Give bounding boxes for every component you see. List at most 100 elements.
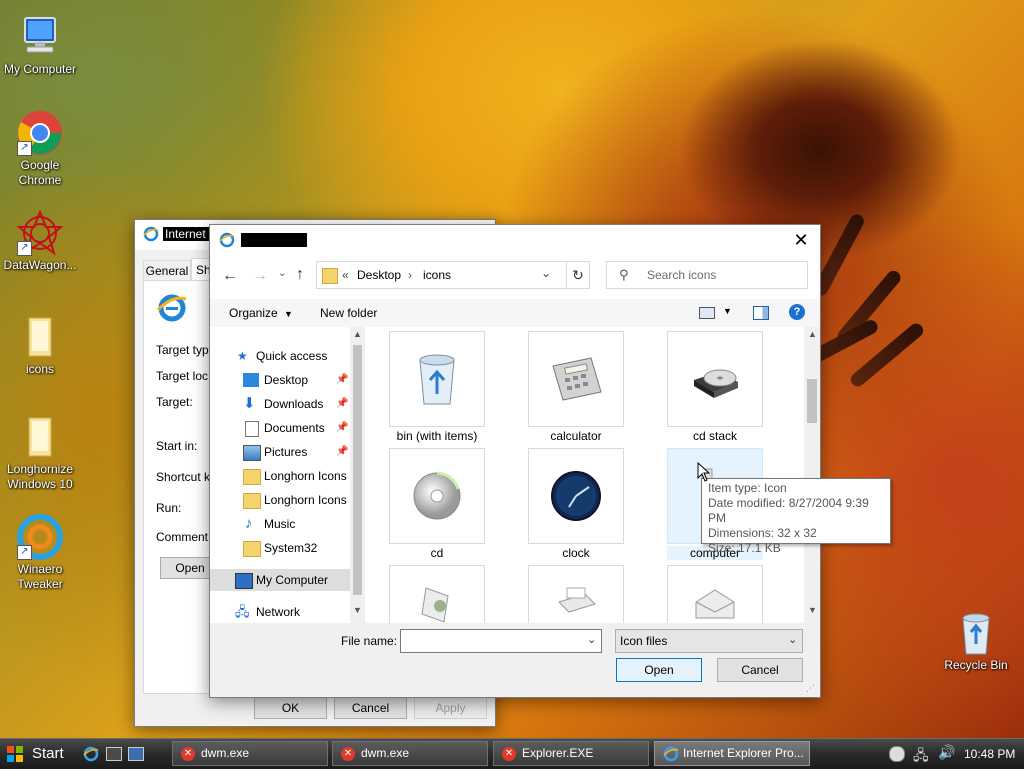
nav-item-desktop[interactable]: Desktop 📌 <box>210 369 348 391</box>
nav-label: Network <box>256 605 301 619</box>
file-tile[interactable] <box>667 565 763 623</box>
refresh-button[interactable]: ↻ <box>566 261 590 289</box>
apply-button[interactable]: Apply <box>414 697 487 719</box>
scroll-up-icon[interactable]: ▲ <box>808 329 817 339</box>
file-label: bin (with items) <box>396 429 478 443</box>
desktop-icon-recycle-bin[interactable]: Recycle Bin <box>936 610 1016 673</box>
tray-network-icon[interactable]: 🖧 <box>913 745 929 769</box>
datawagon-icon: ↗ <box>16 209 64 256</box>
show-desktop-icon[interactable] <box>106 747 122 761</box>
scroll-up-icon[interactable]: ▲ <box>353 329 362 339</box>
shortcut-arrow-icon: ↗ <box>17 545 32 560</box>
tooltip-date-modified: Date modified: 8/27/2004 9:39 PM <box>708 496 869 525</box>
taskbar-clock[interactable]: 10:48 PM <box>964 747 1015 761</box>
pin-icon: 📌 <box>336 374 349 385</box>
up-arrow-icon[interactable]: ↑ <box>296 266 304 284</box>
desktop-icon-google-chrome[interactable]: ↗ Google Chrome <box>0 110 80 188</box>
file-tile-bin-with-items[interactable] <box>389 331 485 427</box>
shortcut-arrow-icon: ↗ <box>17 141 32 156</box>
nav-scrollbar[interactable]: ▲ ▼ <box>350 327 365 623</box>
desktop-icon-longhornize[interactable]: Longhornize Windows 10 <box>0 414 80 492</box>
desktop-icon-winaero-tweaker[interactable]: ↗ Winaero Tweaker <box>0 514 80 592</box>
view-options-chevron-icon[interactable]: ▼ <box>723 306 732 316</box>
file-tile-cd[interactable] <box>389 448 485 544</box>
ok-button[interactable]: OK <box>254 697 327 719</box>
taskbar-item-explorer[interactable]: ✕ Explorer.EXE <box>493 741 649 766</box>
task-label: dwm.exe <box>201 746 250 760</box>
forward-arrow-icon[interactable]: → <box>252 267 268 285</box>
taskbar-item-ie-properties[interactable]: Internet Explorer Pro... <box>654 741 810 766</box>
desktop-icon-datawagon[interactable]: ↗ DataWagon... <box>0 209 80 273</box>
mail-icon <box>695 589 735 619</box>
nav-item-pictures[interactable]: Pictures 📌 <box>210 441 348 463</box>
scroll-down-icon[interactable]: ▼ <box>353 605 362 615</box>
nav-item-documents[interactable]: Documents 📌 <box>210 417 348 439</box>
cancel-button[interactable]: Cancel <box>334 697 407 719</box>
nav-label: Longhorn Icons <box>264 493 347 507</box>
folder-icon <box>17 414 63 460</box>
nav-network[interactable]: 🖧 Network <box>210 601 348 623</box>
file-tile[interactable] <box>528 565 624 623</box>
open-button[interactable]: Open <box>616 658 702 682</box>
nav-scroll-thumb[interactable] <box>353 345 362 595</box>
file-tile-clock[interactable] <box>528 448 624 544</box>
nav-label: Downloads <box>264 397 324 411</box>
tray-shield-icon[interactable] <box>889 746 905 762</box>
file-name-input[interactable]: ⌄ <box>400 629 602 653</box>
address-dropdown-icon[interactable]: ⌄ <box>541 266 551 280</box>
search-input[interactable]: Search icons <box>647 268 716 282</box>
nav-item-longhorn-icons[interactable]: Longhorn Icons <box>210 465 348 487</box>
tray-volume-icon[interactable]: 🔊 <box>938 744 955 761</box>
file-label: cd stack <box>692 429 737 443</box>
search-box[interactable]: ⚲ Search icons <box>606 261 808 289</box>
nav-item-music[interactable]: ♪ Music <box>210 513 348 535</box>
close-icon[interactable]: ✕ <box>790 229 812 251</box>
pin-icon: 📌 <box>336 422 349 433</box>
file-grid-scrollbar[interactable]: ▲ ▼ <box>804 327 820 623</box>
breadcrumb-item-icons[interactable]: icons <box>423 268 451 282</box>
preview-pane-icon[interactable] <box>753 306 769 320</box>
recycle-bin-icon <box>953 610 999 656</box>
file-tile-cd-stack[interactable] <box>667 331 763 427</box>
dialog-titlebar[interactable]: ✕ <box>210 225 820 255</box>
resize-grip-icon[interactable]: ⋰ <box>806 683 815 694</box>
start-button[interactable]: Start <box>2 741 72 766</box>
ie-quicklaunch-icon[interactable] <box>83 746 99 765</box>
nav-item-longhorn-icons-2[interactable]: Longhorn Icons <box>210 489 348 511</box>
computer-icon <box>235 573 253 589</box>
organize-button[interactable]: Organize ▼ <box>229 306 293 320</box>
file-grid-scroll-thumb[interactable] <box>807 379 817 423</box>
nav-my-computer[interactable]: My Computer <box>210 569 352 591</box>
taskbar-item-dwm-1[interactable]: ✕ dwm.exe <box>172 741 328 766</box>
back-arrow-icon[interactable]: ← <box>222 267 238 285</box>
nav-item-system32[interactable]: System32 <box>210 537 348 559</box>
file-type-select[interactable]: Icon files ⌄ <box>615 629 803 653</box>
desktop-icon-label: Google Chrome <box>18 158 62 187</box>
view-options-icon[interactable] <box>699 307 715 319</box>
dialog-footer: File name: ⌄ Icon files ⌄ Open Cancel ⋰ <box>210 623 820 697</box>
chevron-down-icon[interactable]: ⌄ <box>587 633 596 646</box>
scroll-down-icon[interactable]: ▼ <box>808 605 817 615</box>
refresh-icon: ↻ <box>572 267 584 283</box>
nav-label: Desktop <box>264 373 309 387</box>
file-tile-calculator[interactable] <box>528 331 624 427</box>
label-comment: Comment: <box>156 530 212 544</box>
recent-chevron-icon[interactable]: ⌄ <box>278 268 286 279</box>
cancel-button[interactable]: Cancel <box>717 658 803 682</box>
help-icon[interactable]: ? <box>789 304 805 320</box>
search-icon: ⚲ <box>619 267 629 282</box>
file-tile[interactable] <box>389 565 485 623</box>
breadcrumb[interactable]: « Desktop › icons ⌄ <box>316 261 590 289</box>
tab-general[interactable]: General <box>143 260 191 282</box>
desktop-icon-my-computer[interactable]: My Computer <box>0 14 80 77</box>
folder-icon <box>243 469 261 485</box>
desktop-icon-icons-folder[interactable]: icons <box>0 314 80 377</box>
breadcrumb-item-desktop[interactable]: Desktop <box>357 268 401 282</box>
taskbar-item-dwm-2[interactable]: ✕ dwm.exe <box>332 741 488 766</box>
switch-windows-icon[interactable] <box>128 747 144 761</box>
breadcrumb-separator-icon: › <box>408 268 412 282</box>
nav-quick-access[interactable]: ★ Quick access <box>210 345 348 367</box>
nav-item-downloads[interactable]: ⬇ Downloads 📌 <box>210 393 348 415</box>
new-folder-button[interactable]: New folder <box>320 306 377 320</box>
chrome-icon: ↗ <box>17 110 63 156</box>
